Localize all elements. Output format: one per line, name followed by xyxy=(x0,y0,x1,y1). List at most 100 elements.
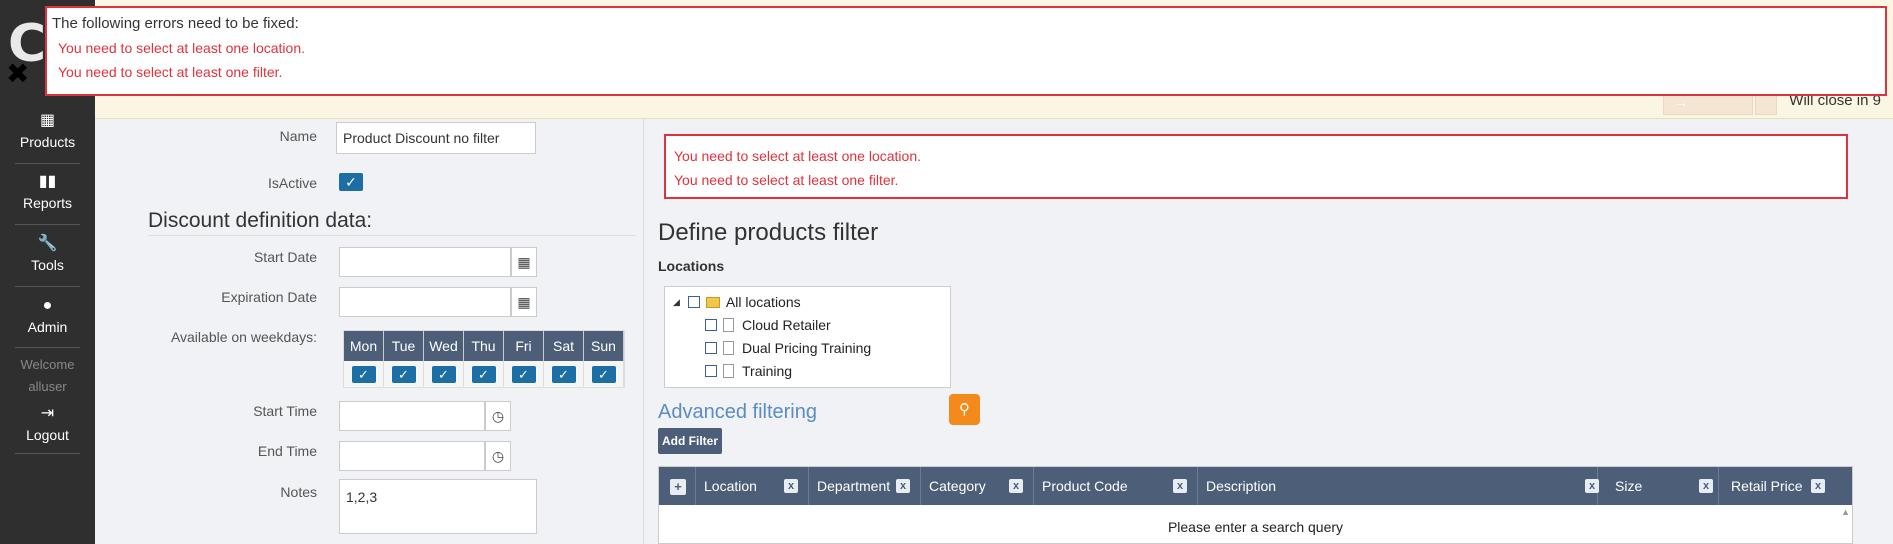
location-checkbox[interactable] xyxy=(705,319,717,331)
sidebar-item-tools[interactable]: 🔧 Tools xyxy=(0,235,95,273)
error-message: You need to select at least one filter. xyxy=(58,64,283,80)
isactive-checkbox[interactable]: ✓ xyxy=(339,173,363,191)
weekday-checkbox-wed[interactable]: ✓ xyxy=(431,365,456,383)
start-date-input[interactable] xyxy=(339,247,511,277)
document-icon xyxy=(723,341,734,355)
add-filter-button[interactable]: Add Filter xyxy=(658,428,722,454)
grid-empty-message: Please enter a search query xyxy=(1167,519,1344,535)
grid-header: + Location x Department x Category x Pro… xyxy=(659,467,1852,505)
error-message: You need to select at least one location… xyxy=(674,148,921,164)
boxes-icon: ▦ xyxy=(39,112,56,129)
weekday-header: Tue xyxy=(384,331,424,361)
location-checkbox[interactable] xyxy=(705,365,717,377)
weekday-header: Mon xyxy=(344,331,384,361)
tree-node-label[interactable]: All locations xyxy=(726,294,801,310)
close-icon[interactable]: ✖ xyxy=(6,60,29,88)
tree-node-all-locations: ◢ All locations xyxy=(673,294,801,310)
clock-icon[interactable]: ◷ xyxy=(485,401,511,431)
calendar-icon[interactable]: ▦ xyxy=(511,247,537,277)
section-divider xyxy=(148,235,636,236)
sidebar-divider xyxy=(15,286,80,287)
sidebar-item-label: Admin xyxy=(27,319,68,335)
remove-column-icon[interactable]: x xyxy=(1009,479,1023,493)
weekday-checkbox-mon[interactable]: ✓ xyxy=(351,365,376,383)
location-checkbox[interactable] xyxy=(705,342,717,354)
weekdays-header: Mon Tue Wed Thu Fri Sat Sun xyxy=(344,331,624,361)
weekday-cell: ✓ xyxy=(344,361,384,387)
tree-node-label[interactable]: Dual Pricing Training xyxy=(742,340,871,356)
weekday-header: Wed xyxy=(424,331,464,361)
sidebar-item-products[interactable]: ▦ Products xyxy=(0,112,95,150)
user-icon: ● xyxy=(42,297,53,314)
weekday-checkbox-tue[interactable]: ✓ xyxy=(391,365,416,383)
username-text: alluser xyxy=(28,379,67,394)
start-time-input[interactable] xyxy=(339,401,485,431)
locations-label: Locations xyxy=(658,258,725,274)
weekday-checkbox-sun[interactable]: ✓ xyxy=(591,365,616,383)
sidebar-item-label: Reports xyxy=(22,195,73,211)
scroll-up-icon[interactable]: ▲ xyxy=(1841,507,1850,517)
expiration-date-input[interactable] xyxy=(339,287,511,317)
sidebar-item-reports[interactable]: ▮▮ Reports xyxy=(0,173,95,211)
column-label: Department xyxy=(817,478,891,494)
weekday-cell: ✓ xyxy=(384,361,424,387)
sidebar-item-logout[interactable]: ⇥ Logout xyxy=(0,405,95,443)
tree-node: Training xyxy=(705,363,792,379)
search-button[interactable]: ⚲ xyxy=(949,394,980,425)
sidebar-divider xyxy=(15,453,80,454)
end-time-label: End Time xyxy=(257,443,317,459)
end-time-input[interactable] xyxy=(339,441,485,471)
notes-textarea[interactable]: 1,2,3 xyxy=(339,479,537,534)
name-input[interactable]: Product Discount no filter xyxy=(336,122,536,154)
weekday-checkbox-thu[interactable]: ✓ xyxy=(471,365,496,383)
collapse-icon[interactable]: ◢ xyxy=(673,297,680,308)
plus-icon[interactable]: + xyxy=(670,479,686,495)
weekday-header: Sun xyxy=(584,331,624,361)
grid-expand-col: + xyxy=(659,467,696,505)
location-checkbox[interactable] xyxy=(687,296,700,308)
weekdays-label: Available on weekdays: xyxy=(170,329,317,345)
error-message: You need to select at least one filter. xyxy=(674,172,899,188)
advanced-filtering-title[interactable]: Advanced filtering xyxy=(658,401,817,424)
products-filter-title: Define products filter xyxy=(658,219,879,246)
welcome-text: Welcome xyxy=(20,357,75,372)
weekday-header: Fri xyxy=(504,331,544,361)
weekday-checkbox-sat[interactable]: ✓ xyxy=(551,365,576,383)
sign-out-icon: ⇥ xyxy=(40,405,55,422)
name-label: Name xyxy=(279,128,317,144)
tree-node-label[interactable]: Cloud Retailer xyxy=(742,317,831,333)
sidebar-divider xyxy=(15,347,80,348)
results-grid: + Location x Department x Category x Pro… xyxy=(658,466,1853,544)
remove-column-icon[interactable]: x xyxy=(784,479,798,493)
column-label: Size xyxy=(1615,478,1643,494)
sidebar-item-label: Tools xyxy=(31,257,64,273)
clock-icon[interactable]: ◷ xyxy=(485,441,511,471)
isactive-label: IsActive xyxy=(267,175,317,191)
sidebar-item-label: Products xyxy=(19,134,76,150)
start-date-label: Start Date xyxy=(253,249,317,265)
sidebar-item-admin[interactable]: ● Admin xyxy=(0,297,95,335)
remove-column-icon[interactable]: x xyxy=(1585,479,1599,493)
search-icon: ⚲ xyxy=(959,401,970,418)
expiration-date-label: Expiration Date xyxy=(221,289,317,305)
inline-error-box: You need to select at least one location… xyxy=(664,134,1848,199)
column-header-retail-price[interactable]: Retail Price xyxy=(1723,467,1852,505)
calendar-icon[interactable]: ▦ xyxy=(511,287,537,317)
sidebar-divider xyxy=(15,224,80,225)
sidebar-divider xyxy=(15,163,80,164)
weekday-checkbox-fri[interactable]: ✓ xyxy=(511,365,536,383)
remove-column-icon[interactable]: x xyxy=(1173,479,1187,493)
remove-column-icon[interactable]: x xyxy=(1699,479,1713,493)
error-popup: The following errors need to be fixed: Y… xyxy=(45,6,1887,96)
remove-column-icon[interactable]: x xyxy=(1811,479,1825,493)
weekday-cell: ✓ xyxy=(544,361,584,387)
remove-column-icon[interactable]: x xyxy=(896,479,910,493)
column-label: Retail Price xyxy=(1731,478,1803,494)
column-label: Product Code xyxy=(1042,478,1128,494)
folder-icon xyxy=(705,296,720,308)
tree-node-label[interactable]: Training xyxy=(742,363,792,379)
error-message: You need to select at least one location… xyxy=(58,40,305,56)
weekday-header: Sat xyxy=(544,331,584,361)
start-time-label: Start Time xyxy=(253,403,317,419)
column-header-description[interactable]: Description xyxy=(1198,467,1598,505)
